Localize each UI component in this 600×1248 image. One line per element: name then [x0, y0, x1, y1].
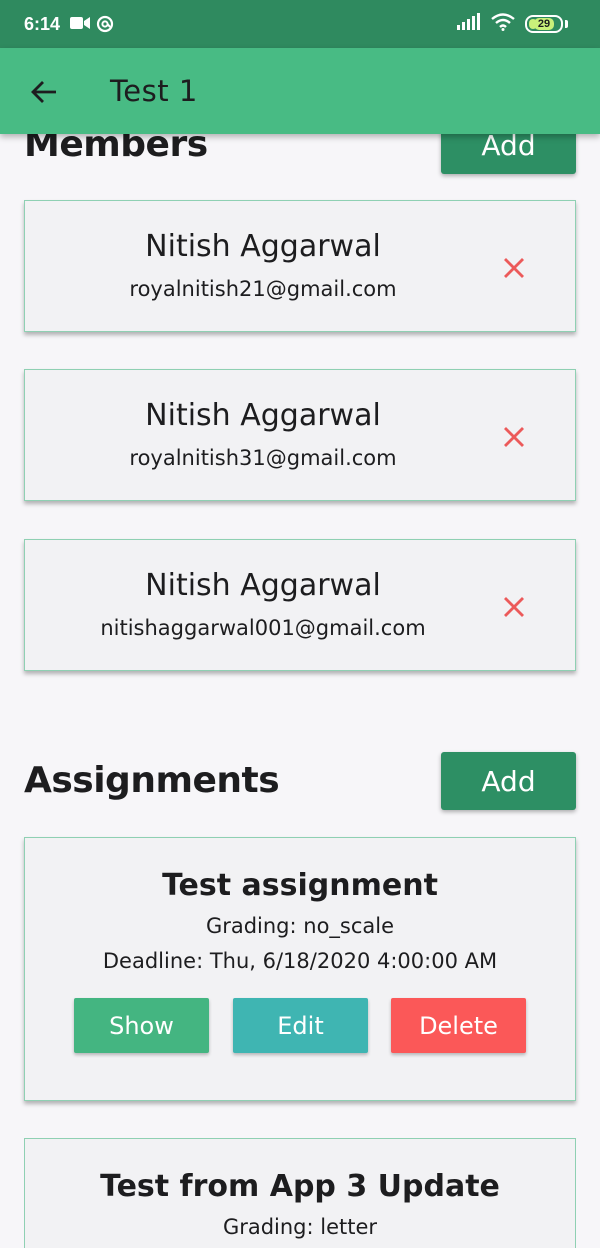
- assignment-card: Test from App 3 Update Grading: letter: [24, 1138, 576, 1248]
- delete-assignment-button[interactable]: Delete: [391, 998, 526, 1053]
- member-name: Nitish Aggarwal: [145, 568, 381, 603]
- remove-member-button[interactable]: [499, 422, 529, 452]
- battery-tip: [565, 20, 568, 28]
- close-icon: [504, 597, 524, 617]
- member-card: Nitish Aggarwal nitishaggarwal001@gmail.…: [24, 539, 576, 671]
- app-bar: Test 1: [0, 48, 600, 134]
- assignment-deadline: Deadline: Thu, 6/18/2020 4:00:00 AM: [102, 949, 498, 973]
- status-bar: 6:14 29: [0, 0, 600, 48]
- member-name: Nitish Aggarwal: [145, 229, 381, 264]
- back-button[interactable]: [24, 72, 64, 112]
- signal-icon: [457, 13, 481, 35]
- status-time: 6:14: [24, 14, 61, 34]
- member-email: nitishaggarwal001@gmail.com: [100, 616, 426, 640]
- member-email: royalnitish31@gmail.com: [129, 446, 397, 470]
- assignment-card: Test assignment Grading: no_scale Deadli…: [24, 837, 576, 1101]
- battery-icon: 29: [525, 15, 563, 33]
- edit-assignment-button[interactable]: Edit: [233, 998, 368, 1053]
- assignment-title: Test assignment: [162, 868, 438, 903]
- wifi-icon: [491, 13, 515, 35]
- assignment-title: Test from App 3 Update: [100, 1169, 500, 1204]
- member-email: royalnitish21@gmail.com: [129, 277, 397, 301]
- add-assignment-button[interactable]: Add: [441, 752, 576, 810]
- member-card: Nitish Aggarwal royalnitish21@gmail.com: [24, 200, 576, 332]
- battery-level: 29: [533, 18, 555, 30]
- assignment-grading: Grading: no_scale: [205, 914, 395, 938]
- remove-member-button[interactable]: [499, 592, 529, 622]
- assignment-grading: Grading: letter: [222, 1215, 378, 1239]
- member-card: Nitish Aggarwal royalnitish31@gmail.com: [24, 369, 576, 501]
- close-icon: [504, 427, 524, 447]
- member-name: Nitish Aggarwal: [145, 398, 381, 433]
- remove-member-button[interactable]: [499, 253, 529, 283]
- assignments-heading: Assignments: [24, 760, 280, 801]
- show-assignment-button[interactable]: Show: [74, 998, 209, 1053]
- at-sign-icon: [96, 15, 114, 37]
- status-right-group: 29: [457, 13, 568, 35]
- arrow-left-icon: [31, 81, 56, 103]
- video-camera-icon: [70, 15, 90, 35]
- page-title: Test 1: [110, 74, 198, 108]
- close-icon: [504, 258, 524, 278]
